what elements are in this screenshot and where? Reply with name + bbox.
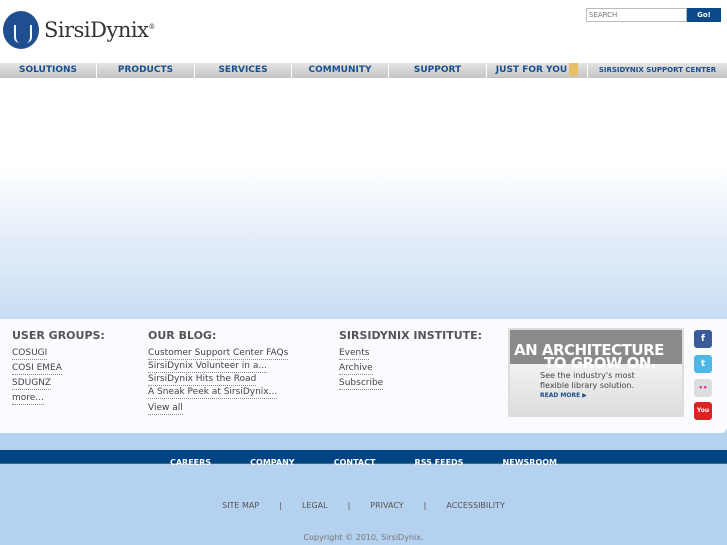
body-line: flexible library solution. [540,381,635,390]
link-sdugnz[interactable]: SDUGNZ [12,378,52,390]
logo-icon [3,11,39,49]
link-legal[interactable]: LEGAL [302,501,328,510]
link-more[interactable]: more... [12,393,44,405]
footer-panel: USER GROUPS: COSUGI COSI EMEA SDUGNZ mor… [0,319,727,433]
blog-post[interactable]: Customer Support Center FAQs [148,348,289,360]
nav-just-for-you[interactable]: JUST FOR YOU [487,63,588,78]
blog-view-all[interactable]: View all [148,403,183,415]
blog-post[interactable]: A Sneak Peek at SirsiDynix... [148,387,278,399]
bookmark-icon [569,63,579,76]
link-accessibility[interactable]: ACCESSIBILITY [446,501,505,510]
link-cosugi[interactable]: COSUGI [12,348,48,360]
nav-support-center[interactable]: SIRSIDYNIX SUPPORT CENTER [588,63,727,78]
promo-headline: AN ARCHITECTURE TO GROW ON. [510,330,682,371]
trademark: ® [148,23,155,31]
main-nav: SOLUTIONS PRODUCTS SERVICES COMMUNITY SU… [0,63,727,78]
link-subscribe[interactable]: Subscribe [339,378,384,390]
blog-title: OUR BLOG: [148,329,217,342]
separator: | [347,501,351,510]
footer-contact[interactable]: CONTACT [334,456,376,470]
link-privacy[interactable]: PRIVACY [370,501,403,510]
search-input[interactable] [586,8,687,22]
body-line: See the industry's most [540,371,635,380]
footer-nav: CAREERS COMPANY CONTACT RSS FEEDS NEWSRO… [0,450,727,467]
nav-products[interactable]: PRODUCTS [97,63,195,78]
blog-post[interactable]: SirsiDynix Hits the Road [148,374,257,386]
link-archive[interactable]: Archive [339,363,373,375]
link-events[interactable]: Events [339,348,370,360]
twitter-icon[interactable]: t [694,355,712,373]
flickr-icon[interactable]: •• [694,379,712,397]
search-button[interactable]: Go! [687,8,721,22]
legal-links: SITE MAP | LEGAL | PRIVACY | ACCESSIBILITY [0,501,727,510]
brand-name: SirsiDynix [44,18,149,42]
header: SirsiDynix® Go! [0,0,727,63]
user-groups-title: USER GROUPS: [12,329,105,342]
separator: | [423,501,427,510]
youtube-icon[interactable]: You [694,402,712,420]
nav-support[interactable]: SUPPORT [389,63,487,78]
blog: OUR BLOG: Customer Support Center FAQs S… [148,329,289,418]
institute: SIRSIDYNIX INSTITUTE: Events Archive Sub… [339,329,482,393]
copyright: Copyright © 2010, SirsiDynix. [303,533,424,542]
user-groups: USER GROUPS: COSUGI COSI EMEA SDUGNZ mor… [12,329,105,408]
footer-careers[interactable]: CAREERS [170,456,211,470]
logo[interactable]: SirsiDynix® [3,11,155,49]
read-more-link[interactable]: READ MORE ▶ [540,391,682,401]
separator: | [279,501,282,510]
search-form: Go! [586,8,721,22]
blog-post[interactable]: SirsiDynix Volunteer in a... [148,361,267,373]
nav-label: JUST FOR YOU [495,65,568,75]
nav-community[interactable]: COMMUNITY [292,63,389,78]
promo-banner[interactable]: AN ARCHITECTURE TO GROW ON. See the indus… [508,328,684,417]
link-site-map[interactable]: SITE MAP [222,501,259,510]
footer-rss[interactable]: RSS FEEDS [415,456,464,470]
nav-solutions[interactable]: SOLUTIONS [0,63,97,78]
link-cosi-emea[interactable]: COSI EMEA [12,363,62,375]
institute-title: SIRSIDYNIX INSTITUTE: [339,329,483,342]
footer-newsroom[interactable]: NEWSROOM [503,456,557,470]
facebook-icon[interactable]: f [694,330,712,348]
footer-company[interactable]: COMPANY [250,456,294,470]
nav-services[interactable]: SERVICES [195,63,292,78]
hero-area [0,78,727,319]
